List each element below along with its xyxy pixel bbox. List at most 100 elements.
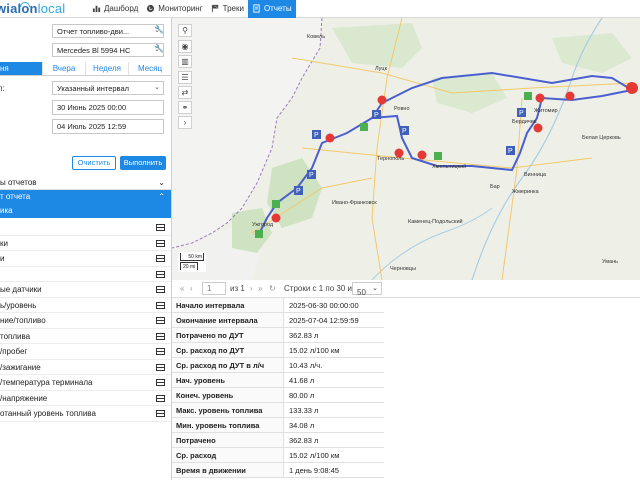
period-tabs: ня Вчера Неделя Месяц	[0, 62, 171, 76]
stats-key: Время в движении	[172, 463, 284, 477]
stats-row: Окончание интервала 2025-07-04 12:59:59	[172, 313, 384, 328]
refresh-icon[interactable]: ↻	[269, 284, 276, 293]
report-table-item-label: отанный уровень топлива	[0, 409, 96, 418]
stats-value: 15.02 л/100 км	[289, 451, 340, 460]
tab-dashboard-label: Дашборд	[104, 4, 139, 13]
report-table-item[interactable]: /напряжение	[0, 391, 171, 406]
wrench-icon[interactable]: 🔧	[154, 25, 164, 34]
stats-value: 10.43 л/ч.	[289, 361, 323, 370]
stats-value: 80.00 л	[289, 391, 315, 400]
city-label: Каменец-Подольский	[408, 218, 463, 225]
chevron-right-icon[interactable]: ›	[178, 116, 192, 129]
report-table-item[interactable]: отанный уровень топлива	[0, 406, 171, 422]
route-icon[interactable]: ☰	[178, 71, 192, 84]
next-page-icon[interactable]: ›	[250, 284, 253, 293]
report-table-item[interactable]: ки	[0, 236, 171, 251]
svg-text:P: P	[519, 110, 524, 117]
city-label: Хмельницкий	[432, 163, 466, 170]
tab-reports[interactable]: Отчеты	[247, 0, 296, 18]
report-table-item[interactable]: ь/уровень	[0, 298, 171, 313]
city-label: Бердичев	[512, 119, 537, 125]
report-table-item[interactable]	[0, 267, 171, 282]
city-label: Ивано-Франковск	[332, 200, 377, 206]
stop-marker	[325, 133, 335, 143]
stats-row: Ср. расход 15.02 л/100 км	[172, 448, 384, 463]
report-table-item[interactable]: ние/топливо	[0, 313, 171, 329]
tab-today[interactable]: ня	[0, 62, 43, 75]
report-table-item-label: /напряжение	[0, 393, 48, 403]
table-icon	[156, 317, 165, 324]
report-table-item-label: ние/топливо	[0, 316, 46, 325]
report-table-item[interactable]: /температура терминала	[0, 375, 171, 391]
date-from-input[interactable]: 30 Июнь 2025 00:00	[52, 100, 164, 115]
report-table-item-label: /температура терминала	[0, 378, 93, 387]
tab-reports-label: Отчеты	[263, 4, 292, 13]
chevron-down-icon: ⌄	[372, 285, 378, 292]
report-table-item[interactable]: /зажигание	[0, 360, 171, 375]
tab-tracks[interactable]: Треки	[207, 0, 248, 18]
report-table-item[interactable]	[0, 220, 171, 236]
map-view[interactable]: P P P P P P P Луцк Ровно Житомир Тернополь Х…	[172, 18, 640, 280]
stats-row: Мин. уровень топлива 34.08 л	[172, 418, 384, 433]
sliders-icon[interactable]: ⇄	[178, 86, 192, 99]
svg-text:P: P	[374, 112, 379, 119]
report-table-item-label: /пробег	[0, 347, 28, 356]
stats-value: 41.68 л	[289, 376, 315, 385]
date-to-input[interactable]: 04 Июль 2025 12:59	[52, 119, 164, 134]
prev-page-icon[interactable]: ‹	[190, 284, 193, 293]
tab-dashboard[interactable]: Дашборд	[88, 0, 142, 18]
report-table-item[interactable]: и	[0, 251, 171, 267]
template-select[interactable]: Отчет топливо-дви... ⌄	[52, 24, 164, 38]
wialon-logo[interactable]: wialonlocal	[0, 0, 88, 18]
svg-text:P: P	[314, 132, 319, 139]
tab-yesterday[interactable]: Вчера	[43, 62, 86, 75]
pagination-bar: « ‹ 1 из 1 › » ↻ Строки с 1 по 30 из 30 …	[172, 280, 640, 298]
fuel-marker	[434, 152, 442, 160]
tab-monitoring-label: Мониторинг	[158, 4, 203, 13]
svg-text:P: P	[402, 128, 407, 135]
fuel-marker	[360, 123, 368, 131]
stop-marker	[377, 95, 387, 105]
svg-text:P: P	[508, 148, 513, 155]
report-table-item[interactable]: /пробег	[0, 344, 171, 360]
city-label: Ковель	[307, 34, 325, 40]
layers-icon[interactable]: ▥	[178, 55, 192, 68]
report-item-selected[interactable]: ика	[0, 204, 171, 218]
stats-row: Ср. расход по ДУТ 15.02 л/100 км	[172, 343, 384, 358]
stats-row: Нач. уровень 41.68 л	[172, 373, 384, 388]
object-select[interactable]: Mercedes Bl 5994 HC ⌄	[52, 43, 164, 57]
report-types-header[interactable]: ы отчетов ⌄	[0, 176, 171, 190]
tab-week[interactable]: Неделя	[86, 62, 129, 75]
page-size-select[interactable]: 50 ⌄	[352, 282, 382, 297]
wrench-icon[interactable]: 🔧	[154, 44, 164, 53]
page-input[interactable]: 1	[202, 282, 226, 295]
map-canvas[interactable]: P P P P P P P Луцк Ровно Житомир Тернополь Х…	[172, 18, 640, 280]
search-icon[interactable]: ⚲	[178, 24, 192, 37]
nodes-icon[interactable]: ⚭	[178, 101, 192, 114]
clear-button[interactable]: Очистить	[72, 156, 116, 170]
report-table-item[interactable]: ые датчики	[0, 282, 171, 298]
fuel-marker	[272, 200, 280, 208]
first-page-icon[interactable]: «	[180, 284, 184, 293]
interval-label: п:	[0, 84, 5, 93]
eye-icon[interactable]: ◉	[178, 40, 192, 53]
last-page-icon[interactable]: »	[258, 284, 262, 293]
chevron-up-icon: ⌃	[158, 192, 165, 201]
report-result-header[interactable]: т отчета ⌃	[0, 190, 171, 204]
interval-type-select[interactable]: Указанный интервал ⌄	[52, 81, 164, 95]
tab-month[interactable]: Месяц	[129, 62, 171, 75]
stats-key: Конеч. уровень	[172, 388, 284, 402]
city-label: Черновцы	[390, 266, 416, 272]
run-button[interactable]: Выполнить	[120, 156, 166, 170]
stats-value: 1 день 9:08:45	[289, 466, 339, 475]
report-result-label: т отчета	[0, 192, 31, 201]
table-icon	[156, 332, 165, 340]
stats-value: 362.83 л	[289, 331, 319, 340]
report-table-item[interactable]: топлива	[0, 329, 171, 344]
stats-key: Ср. расход по ДУТ в л/ч	[172, 358, 284, 372]
report-table-item-label: ь/уровень	[0, 300, 37, 310]
report-icon	[253, 4, 260, 13]
stats-value: 2025-07-04 12:59:59	[289, 316, 359, 325]
city-label: Белая Церковь	[582, 135, 621, 141]
tab-monitoring[interactable]: Мониторинг	[142, 0, 206, 18]
